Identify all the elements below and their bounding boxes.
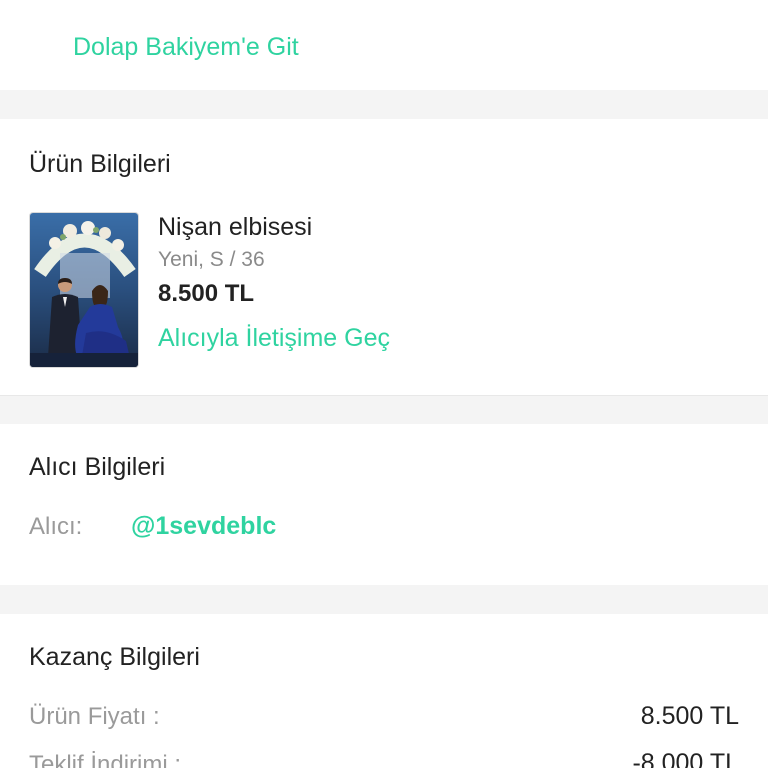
product-info-title: Ürün Bilgileri (29, 150, 171, 178)
earnings-info-title: Kazanç Bilgileri (29, 643, 200, 671)
section-divider (0, 90, 768, 119)
buyer-info-section (0, 424, 768, 585)
order-detail-page: Dolap Bakiyem'e Git Ürün Bilgileri Nişan… (0, 0, 768, 768)
section-divider (0, 395, 768, 425)
section-divider (0, 585, 768, 614)
product-name: Nişan elbisesi (158, 213, 313, 241)
offer-discount-label: Teklif İndirimi : (29, 751, 182, 768)
product-photo-image (30, 213, 138, 367)
product-price-value: 8.500 TL (640, 702, 739, 730)
dolap-balance-link[interactable]: Dolap Bakiyem'e Git (73, 33, 299, 62)
balance-section: Dolap Bakiyem'e Git (0, 0, 768, 90)
product-condition-size: Yeni, S / 36 (158, 248, 265, 271)
product-price: 8.500 TL (158, 280, 255, 307)
product-thumbnail[interactable] (29, 212, 139, 368)
offer-discount-value: -8.000 TL (632, 749, 739, 768)
product-price-label: Ürün Fiyatı : (29, 703, 160, 730)
earnings-info-section (0, 614, 768, 768)
buyer-info-title: Alıcı Bilgileri (29, 453, 166, 481)
contact-buyer-link[interactable]: Alıcıyla İletişime Geç (158, 324, 390, 353)
buyer-username-link[interactable]: @1sevdeblc (131, 512, 276, 541)
buyer-label: Alıcı: (29, 513, 83, 540)
